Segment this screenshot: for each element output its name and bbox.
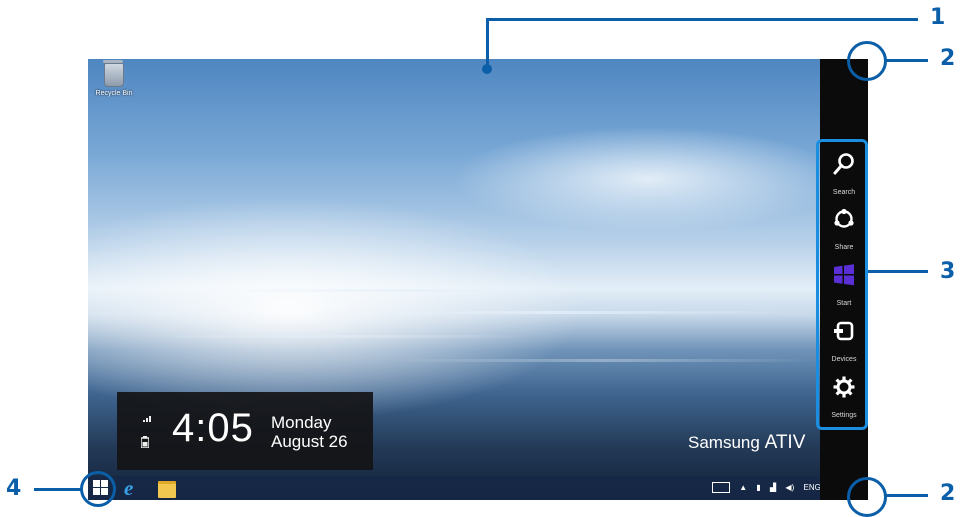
- battery-icon: [140, 436, 150, 451]
- light-streak: [308, 311, 808, 314]
- callout-line-2-bottom: [886, 494, 928, 497]
- light-streak: [388, 359, 818, 362]
- clock-day: Monday: [271, 413, 332, 432]
- start-button-ring: [80, 471, 116, 507]
- callout-number-1: 1: [930, 5, 946, 30]
- file-explorer-icon[interactable]: [158, 481, 176, 498]
- callout-line-1: [486, 18, 489, 68]
- battery-tray-icon[interactable]: ▮: [756, 483, 760, 492]
- callout-dot-1: [482, 64, 492, 74]
- recycle-bin[interactable]: Recycle Bin: [94, 60, 134, 97]
- volume-icon[interactable]: ◀): [785, 483, 794, 492]
- clock-overlay: 4:05 Monday August 26: [117, 392, 373, 470]
- keyboard-icon[interactable]: [712, 482, 730, 493]
- callout-line-2: [886, 59, 928, 62]
- hot-corner-bottom-ring: [847, 477, 887, 517]
- recycle-bin-label: Recycle Bin: [95, 90, 133, 97]
- brand-watermark: Samsung ATIV: [688, 432, 805, 454]
- network-icon[interactable]: ▟: [770, 483, 776, 492]
- clock-time: 4:05: [172, 406, 254, 450]
- taskbar: e ▲ ▮ ▟ ◀) ENG: [88, 476, 868, 500]
- recycle-bin-icon: [103, 60, 124, 87]
- tray-language[interactable]: ENG: [803, 483, 820, 492]
- hot-corner-top-ring: [847, 41, 887, 81]
- brand-model: ATIV: [764, 432, 806, 453]
- light-streak: [208, 289, 628, 292]
- light-streak: [148, 335, 528, 338]
- callout-line-3: [868, 270, 928, 273]
- brand-prefix: Samsung: [688, 433, 760, 452]
- callout-number-2-bottom: 2: [940, 481, 956, 506]
- desktop-screen: Recycle Bin Samsung ATIV 4:05 Monday Aug…: [88, 59, 868, 500]
- callout-line-1: [486, 18, 918, 21]
- charms-highlight: [816, 139, 868, 430]
- callout-number-4: 4: [6, 476, 22, 501]
- callout-number-3: 3: [940, 259, 956, 284]
- chevron-up-icon[interactable]: ▲: [739, 483, 747, 492]
- signal-icon: [143, 414, 153, 424]
- system-tray: ▲ ▮ ▟ ◀) ENG: [712, 482, 828, 493]
- internet-explorer-icon[interactable]: e: [124, 476, 133, 500]
- callout-line-4: [34, 488, 81, 491]
- clock-date: August 26: [271, 432, 348, 451]
- callout-number-2-top: 2: [940, 46, 956, 71]
